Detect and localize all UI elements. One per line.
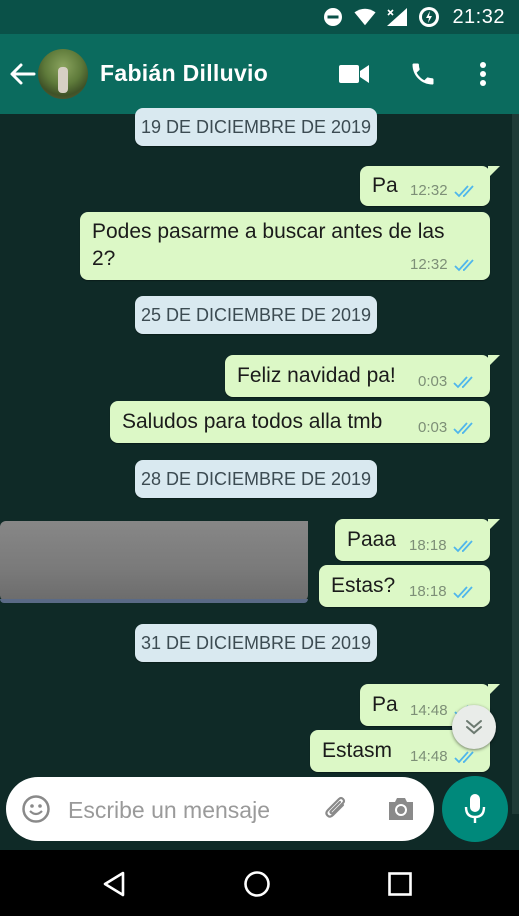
date-separator: 28 DE DICIEMBRE DE 2019 <box>135 460 377 498</box>
message-bubble[interactable]: Saludos para todos alla tmb 0:03 <box>110 401 490 443</box>
read-ticks-icon <box>453 184 474 197</box>
message-bubble[interactable]: Estas? 18:18 <box>319 565 490 607</box>
message-time: 14:48 <box>410 702 448 719</box>
message-time: 12:32 <box>410 182 448 199</box>
message-meta: 14:48 <box>410 748 478 765</box>
status-time: 21:32 <box>452 5 505 28</box>
message-meta: 12:32 <box>410 256 478 273</box>
system-nav-bar <box>0 850 519 916</box>
chat-header: Fabián Dilluvio <box>0 34 519 114</box>
date-separator: 31 DE DICIEMBRE DE 2019 <box>135 624 377 662</box>
message-bubble[interactable]: Paaa 18:18 <box>335 519 500 561</box>
message-text: Estas? <box>331 574 396 597</box>
message-bubble[interactable]: Podes pasarme a buscar antes de las 2? 1… <box>80 212 490 280</box>
status-bar: 21:32 <box>0 0 519 34</box>
date-separator: 25 DE DICIEMBRE DE 2019 <box>135 296 377 334</box>
read-ticks-icon <box>453 375 473 388</box>
nav-home-icon[interactable] <box>241 868 273 900</box>
battery-charging-icon <box>418 6 440 28</box>
message-time: 12:32 <box>410 256 448 273</box>
message-text-line: 2? <box>92 247 116 270</box>
read-ticks-icon <box>453 750 474 763</box>
message-meta: 0:03 <box>418 373 477 390</box>
message-text-line: Podes pasarme a buscar antes de las <box>92 220 445 243</box>
cell-signal-icon <box>386 6 408 28</box>
message-input[interactable]: Escribe un mensaje <box>68 797 270 824</box>
avatar[interactable] <box>38 49 88 99</box>
message-input-bar[interactable]: Escribe un mensaje <box>6 777 434 841</box>
camera-icon[interactable] <box>386 794 416 824</box>
more-vert-icon[interactable] <box>467 58 499 90</box>
read-ticks-icon <box>453 421 473 434</box>
message-text: Pa <box>372 693 398 716</box>
message-time: 0:03 <box>418 373 448 390</box>
video-call-icon[interactable] <box>338 58 370 90</box>
message-text: Paaa <box>347 528 397 551</box>
double-chevron-down-icon <box>466 720 482 735</box>
message-text: Feliz navidad pa! <box>237 364 396 387</box>
message-meta: 18:18 <box>409 537 477 554</box>
nav-recents-icon[interactable] <box>384 868 416 900</box>
message-time: 14:48 <box>410 748 448 765</box>
message-meta: 12:32 <box>410 182 478 199</box>
message-meta: 18:18 <box>409 583 477 600</box>
message-text: Pa <box>372 174 398 197</box>
read-ticks-icon <box>453 258 474 271</box>
phone-icon[interactable] <box>407 58 439 90</box>
attach-icon[interactable] <box>322 794 352 824</box>
scroll-to-bottom-button[interactable] <box>452 705 496 749</box>
contact-name[interactable]: Fabián Dilluvio <box>100 60 268 87</box>
redacted-image <box>0 521 308 603</box>
scrollbar-track <box>512 114 519 814</box>
date-separator: 19 DE DICIEMBRE DE 2019 <box>135 108 377 146</box>
back-arrow-icon[interactable] <box>8 60 36 88</box>
voice-message-button[interactable] <box>442 776 508 842</box>
message-text: Saludos para todos alla tmb <box>122 410 383 433</box>
wifi-icon <box>354 6 376 28</box>
status-icons: 21:32 <box>322 4 505 30</box>
emoji-icon[interactable] <box>21 794 51 824</box>
message-text: Estasm <box>322 739 393 762</box>
message-time: 0:03 <box>418 419 448 436</box>
message-bubble[interactable]: Pa 12:32 <box>360 166 500 206</box>
read-ticks-icon <box>452 585 473 598</box>
message-time: 18:18 <box>409 583 447 600</box>
nav-back-icon[interactable] <box>98 868 130 900</box>
do-not-disturb-icon <box>322 6 344 28</box>
read-ticks-icon <box>452 539 473 552</box>
message-time: 18:18 <box>409 537 447 554</box>
mic-icon <box>464 794 486 823</box>
message-bubble[interactable]: Feliz navidad pa! 0:03 <box>225 355 500 397</box>
message-meta: 0:03 <box>418 419 477 436</box>
